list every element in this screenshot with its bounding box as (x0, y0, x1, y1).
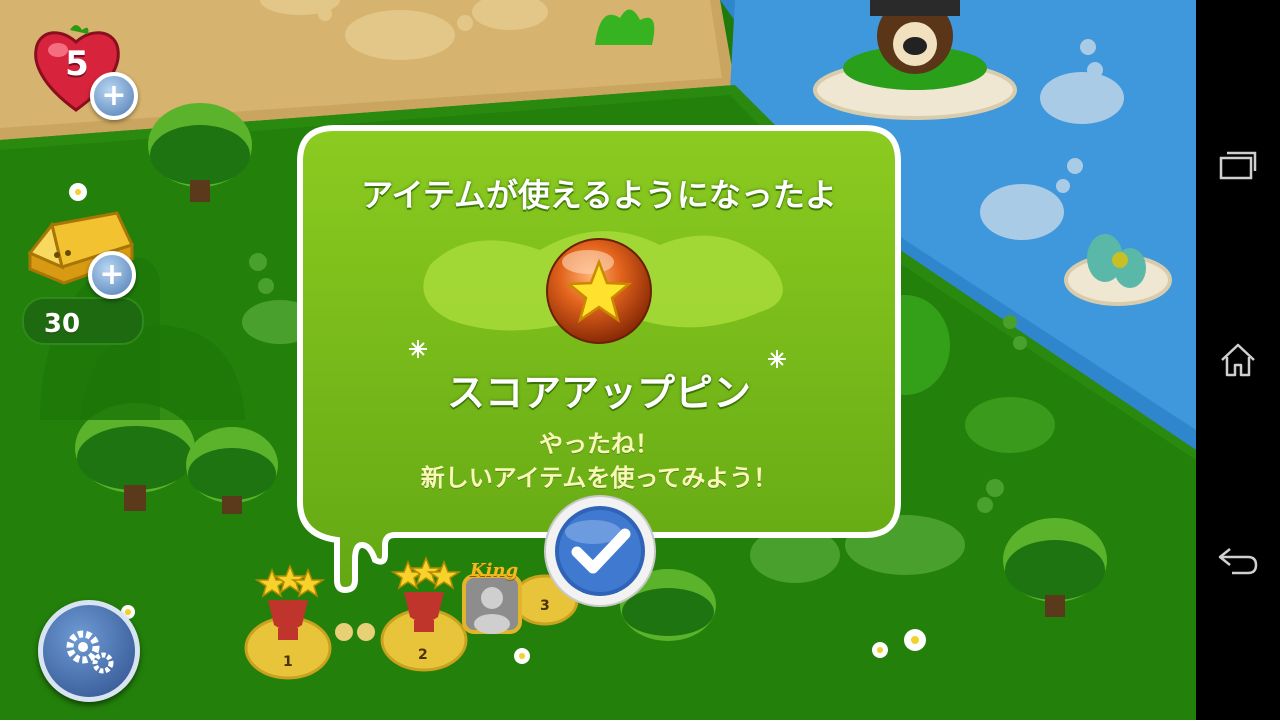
system-navigation-bar (1196, 0, 1280, 720)
home-icon (1221, 343, 1255, 377)
message-line-1: やったね！ (539, 430, 659, 458)
dialog-panel (297, 125, 901, 594)
game-stage[interactable]: 5 + 30 + 1 2 3 King アイテムが使えるようになったよ スコアア… (0, 0, 1196, 720)
item-name: スコアアップピン (446, 371, 751, 415)
recent-apps-button[interactable] (1208, 135, 1268, 195)
back-button[interactable] (1208, 530, 1268, 590)
home-button[interactable] (1208, 330, 1268, 390)
message-line-2: 新しいアイテムを使ってみよう！ (420, 464, 778, 492)
recent-apps-icon (1219, 151, 1257, 180)
dialog-title: アイテムが使えるようになったよ (361, 176, 837, 214)
back-icon (1218, 548, 1258, 575)
confirm-button[interactable] (541, 492, 659, 610)
checkmark-icon (544, 495, 656, 607)
item-unlocked-dialog: アイテムが使えるようになったよ スコアアップピン やったね！ 新しいアイテムを使… (0, 0, 1196, 720)
